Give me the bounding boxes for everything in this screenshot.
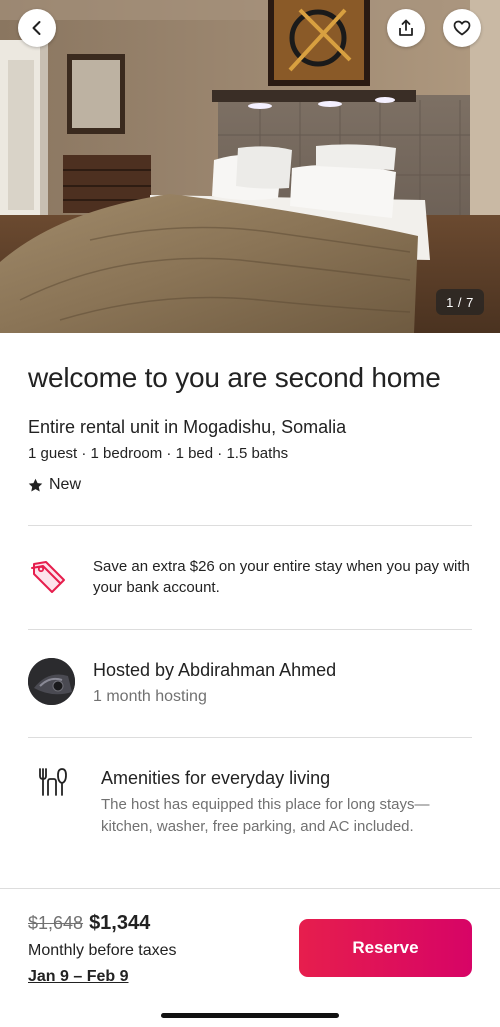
photo-counter: 1 / 7 [436, 289, 484, 315]
heart-icon [453, 20, 471, 36]
chevron-left-icon [32, 21, 41, 35]
reserve-button[interactable]: Reserve [299, 919, 472, 977]
star-icon [28, 478, 43, 491]
host-avatar[interactable] [28, 658, 75, 705]
new-listing-badge: New [28, 474, 472, 496]
price-tag-icon [31, 561, 65, 593]
listing-capacity-details: 1 guest · 1 bedroom · 1 bed · 1.5 baths [28, 445, 289, 462]
back-button[interactable] [18, 9, 56, 47]
amenities-description: The host has equipped this place for lon… [101, 796, 430, 835]
utensils-icon [39, 768, 67, 796]
bank-account-promo: Save an extra $26 on your entire stay wh… [28, 526, 472, 629]
listing-subtitle: Entire rental unit in Mogadishu, Somalia [28, 417, 347, 437]
amenities-highlight: Amenities for everyday living The host h… [28, 738, 472, 838]
discounted-price: $1,344 [89, 912, 151, 934]
save-to-wishlist-button[interactable] [443, 9, 481, 47]
badge-label: New [49, 476, 82, 493]
bedroom-photo [0, 0, 500, 333]
host-section[interactable]: Hosted by Abdirahman Ahmed 1 month hosti… [28, 630, 472, 737]
host-avatar-image [28, 658, 75, 705]
share-icon [399, 19, 413, 36]
home-indicator [161, 1013, 339, 1018]
original-price: $1,648 [28, 913, 84, 933]
promo-text: Save an extra $26 on your entire stay wh… [93, 558, 470, 596]
stay-dates-link[interactable]: Jan 9 – Feb 9 [28, 968, 129, 986]
host-tenure: 1 month hosting [93, 688, 207, 705]
booking-footer: $1,648 $1,344 Monthly before taxes Jan 9… [0, 888, 500, 1027]
price-note: Monthly before taxes [28, 942, 177, 959]
amenities-title: Amenities for everyday living [101, 768, 331, 788]
listing-details: welcome to you are second home Entire re… [28, 333, 472, 838]
price-line: $1,648 $1,344 [28, 912, 150, 935]
listing-photo-carousel[interactable]: 1 / 7 [0, 0, 500, 333]
listing-title: welcome to you are second home [28, 362, 441, 393]
host-name: Hosted by Abdirahman Ahmed [93, 660, 337, 680]
share-button[interactable] [387, 9, 425, 47]
